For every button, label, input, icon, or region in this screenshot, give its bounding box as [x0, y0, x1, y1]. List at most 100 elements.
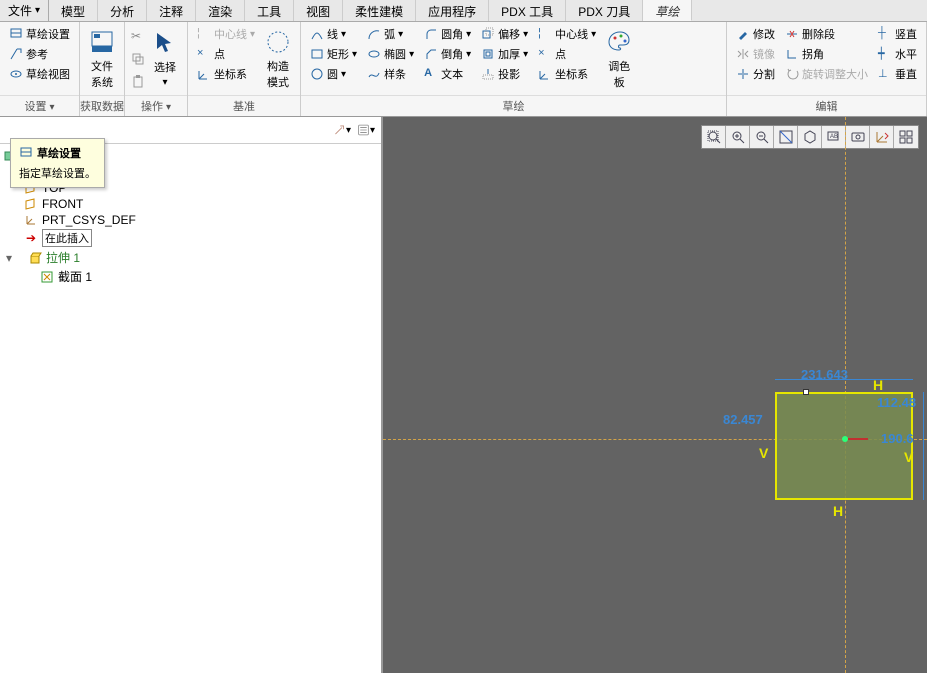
- tab-app[interactable]: 应用程序: [416, 0, 489, 21]
- saved-views-button[interactable]: [846, 126, 870, 148]
- tree-insert-here[interactable]: ➔在此插入: [4, 228, 377, 248]
- spline-icon: [367, 67, 381, 81]
- ribbon-group-datum: ¦中心线▾ ×点 坐标系 构造 模式 基准: [188, 22, 301, 116]
- fillet-button[interactable]: 圆角▾: [421, 24, 474, 44]
- modify-button[interactable]: 修改: [733, 24, 778, 44]
- chamfer-button[interactable]: 倒角▾: [421, 44, 474, 64]
- circle-icon: [310, 67, 324, 81]
- rect-button[interactable]: 矩形▾: [307, 44, 360, 64]
- tab-pdx-cutter[interactable]: PDX 刀具: [566, 0, 643, 21]
- tab-view[interactable]: 视图: [294, 0, 343, 21]
- zoom-out-button[interactable]: [750, 126, 774, 148]
- sketch-viewport[interactable]: AB 231.643 82.457 112.48 190.6 H H V V: [383, 117, 927, 673]
- tree-settings-button[interactable]: ▾: [333, 121, 351, 139]
- rect-icon: [310, 47, 324, 61]
- sketch-view-icon: [9, 67, 23, 81]
- zoom-in-button[interactable]: [726, 126, 750, 148]
- dim-right2[interactable]: 190.6: [881, 431, 914, 446]
- centerline-button[interactable]: ¦中心线▾: [194, 24, 258, 44]
- tree-plane-front[interactable]: FRONT: [4, 196, 377, 212]
- tree-csys[interactable]: PRT_CSYS_DEF: [4, 212, 377, 228]
- origin-x-arrow: [848, 438, 868, 440]
- copy-icon[interactable]: [131, 52, 145, 66]
- mirror-button[interactable]: 镜像: [733, 44, 778, 64]
- spline-button[interactable]: 样条: [364, 64, 417, 84]
- thicken-button[interactable]: 加厚▾: [478, 44, 531, 64]
- view-toolbar: AB: [701, 125, 919, 149]
- ribbon-group-datum-label: 基准: [188, 95, 300, 116]
- text-icon: A: [424, 67, 438, 81]
- refit-button[interactable]: [774, 126, 798, 148]
- rotate-icon: [785, 67, 799, 81]
- sketch-settings-button[interactable]: 草绘设置: [6, 24, 73, 44]
- ribbon: 草绘设置 参考 草绘视图 设置 ▾ 文件 系统 获取数据: [0, 22, 927, 117]
- annotation-display-button[interactable]: AB: [822, 126, 846, 148]
- palette-button[interactable]: 调色 板: [601, 24, 637, 93]
- dropdown-icon: ▾: [35, 5, 40, 16]
- tab-analysis[interactable]: 分析: [98, 0, 147, 21]
- line-button[interactable]: 线▾: [307, 24, 360, 44]
- main-area: ▾ ▾ PRT0001.PRT RIGHT TOP FRONT PRT_CSYS…: [0, 117, 927, 673]
- tab-sketch[interactable]: 草绘: [643, 0, 692, 21]
- file-menu[interactable]: 文件 ▾: [0, 0, 49, 21]
- handle-top[interactable]: [803, 389, 809, 395]
- point-button[interactable]: ×点: [194, 44, 258, 64]
- model-tree-panel: ▾ ▾ PRT0001.PRT RIGHT TOP FRONT PRT_CSYS…: [0, 117, 383, 673]
- dim-right1[interactable]: 112.48: [877, 395, 916, 410]
- datum-display-button[interactable]: [870, 126, 894, 148]
- display-style-button[interactable]: [798, 126, 822, 148]
- reference-button[interactable]: 参考: [6, 44, 73, 64]
- delete-seg-icon: [785, 27, 799, 41]
- sketch-settings-icon: [19, 146, 33, 160]
- sketch-view-button[interactable]: 草绘视图: [6, 64, 73, 84]
- circle-button[interactable]: 圆▾: [307, 64, 360, 84]
- csys-button[interactable]: 坐标系: [194, 64, 258, 84]
- ribbon-group-settings-label[interactable]: 设置 ▾: [0, 95, 79, 116]
- tree-section[interactable]: 截面 1: [4, 267, 377, 286]
- dim-top[interactable]: 231.643: [801, 367, 848, 382]
- dim-left[interactable]: 82.457: [723, 412, 763, 427]
- ribbon-group-operate-label[interactable]: 操作 ▾: [125, 95, 187, 116]
- tree-extrude[interactable]: ▾拉伸 1: [4, 248, 377, 267]
- select-arrow-icon: [151, 29, 179, 57]
- project-icon: [481, 67, 495, 81]
- thicken-icon: [481, 47, 495, 61]
- tab-annotate[interactable]: 注释: [147, 0, 196, 21]
- cut-icon[interactable]: ✂: [131, 29, 145, 43]
- vertical-button[interactable]: ┼竖直: [875, 24, 920, 44]
- perpendicular-button[interactable]: ⊥垂直: [875, 64, 920, 84]
- corner-button[interactable]: 拐角: [782, 44, 871, 64]
- corner-icon: [785, 47, 799, 61]
- tab-model[interactable]: 模型: [49, 0, 98, 21]
- paste-icon[interactable]: [131, 75, 145, 89]
- expander-icon[interactable]: ▾: [4, 251, 14, 265]
- construct-mode-button[interactable]: 构造 模式: [260, 24, 296, 93]
- tree-show-button[interactable]: ▾: [357, 121, 375, 139]
- tab-pdx-tools[interactable]: PDX 工具: [489, 0, 566, 21]
- csys2-button[interactable]: 坐标系: [535, 64, 599, 84]
- tab-render[interactable]: 渲染: [196, 0, 245, 21]
- horizontal-button[interactable]: ┿水平: [875, 44, 920, 64]
- select-button[interactable]: 选择▾: [147, 24, 183, 93]
- tab-tools[interactable]: 工具: [245, 0, 294, 21]
- point2-button[interactable]: ×点: [535, 44, 599, 64]
- plane-icon: [24, 197, 38, 211]
- centerline2-button[interactable]: ¦中心线▾: [535, 24, 599, 44]
- ribbon-group-sketch-label: 草绘: [301, 95, 726, 116]
- rotate-resize-button[interactable]: 旋转调整大小: [782, 64, 871, 84]
- arc-button[interactable]: 弧▾: [364, 24, 417, 44]
- constraint-h-bottom: H: [833, 503, 843, 519]
- zoom-fit-button[interactable]: [702, 126, 726, 148]
- offset-icon: [481, 27, 495, 41]
- delete-seg-button[interactable]: 删除段: [782, 24, 871, 44]
- tab-flex[interactable]: 柔性建模: [343, 0, 416, 21]
- filesystem-button[interactable]: 文件 系统: [84, 24, 120, 93]
- offset-button[interactable]: 偏移▾: [478, 24, 531, 44]
- project-button[interactable]: 投影: [478, 64, 531, 84]
- tooltip-title-text: 草绘设置: [37, 145, 81, 161]
- view-manager-button[interactable]: [894, 126, 918, 148]
- text-button[interactable]: A文本: [421, 64, 474, 84]
- fillet-icon: [424, 27, 438, 41]
- ellipse-button[interactable]: 椭圆▾: [364, 44, 417, 64]
- split-button[interactable]: 分割: [733, 64, 778, 84]
